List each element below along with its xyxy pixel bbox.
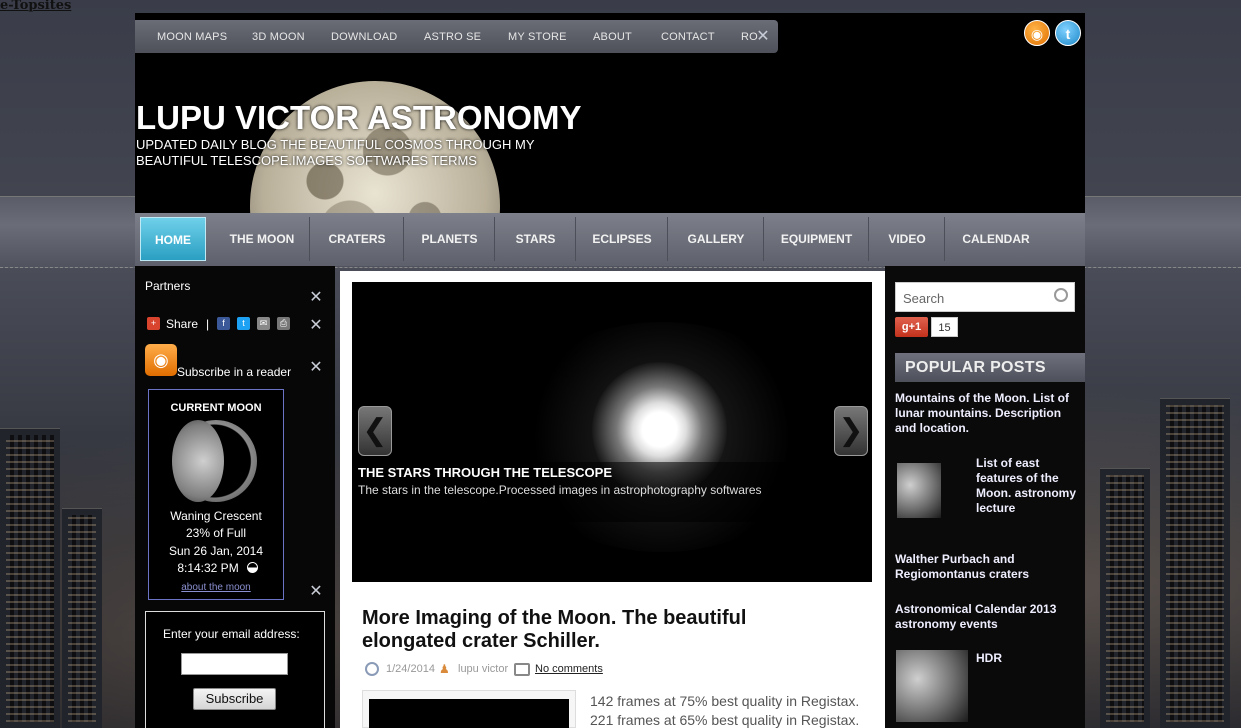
moon-phase-name: Waning Crescent	[170, 509, 262, 523]
top-nav-contact[interactable]: CONTACT	[661, 31, 715, 43]
email-field[interactable]	[181, 653, 288, 675]
top-nav-my-store[interactable]: MY STORE	[508, 31, 567, 43]
edit-tools-icon[interactable]: ✕	[306, 288, 326, 308]
site-subtitle: UPDATED DAILY BLOG THE BEAUTIFUL COSMOS …	[136, 137, 535, 168]
moon-date: Sun 26 Jan, 2014	[168, 544, 264, 558]
print-icon[interactable]: ⎙	[277, 317, 290, 330]
search-input[interactable]: Search	[903, 291, 944, 306]
featured-slider: THE STARS THROUGH THE TELESCOPE The star…	[352, 282, 872, 582]
google-plus-button[interactable]: g+1	[895, 317, 928, 337]
top-nav: MOON MAPS 3D MOON DOWNLOAD ASTRO SE MY S…	[135, 20, 778, 53]
share-plus-icon[interactable]: +	[147, 317, 160, 330]
moon-phase-percent: 23% of Full	[185, 526, 247, 540]
email-label: Enter your email address:	[163, 627, 300, 641]
partners-heading: Partners	[145, 279, 191, 293]
top-nav-astro-se[interactable]: ASTRO SE	[424, 31, 481, 43]
email-icon[interactable]: ✉	[257, 317, 270, 330]
edit-tools-icon[interactable]: ✕	[306, 582, 326, 602]
comment-icon	[514, 663, 530, 676]
building	[1100, 468, 1150, 728]
nav-eclipses[interactable]: ECLIPSES	[577, 217, 668, 261]
post-thumbnail[interactable]	[362, 690, 576, 728]
post-body-line: 221 frames at 65% best quality in Regist…	[590, 712, 860, 728]
slider-next-arrow-icon[interactable]: ❯	[834, 406, 868, 456]
nav-stars[interactable]: STARS	[496, 217, 576, 261]
building	[0, 428, 60, 728]
nav-the-moon[interactable]: THE MOON	[215, 217, 310, 261]
top-nav-moon-maps[interactable]: MOON MAPS	[157, 31, 227, 43]
post-date: 1/24/2014	[386, 663, 435, 675]
moon-phase-small-icon	[247, 562, 258, 573]
popular-post-thumbnail[interactable]	[897, 463, 941, 518]
share-label[interactable]: Share	[166, 317, 198, 331]
share-separator: |	[206, 317, 210, 331]
author-icon: ♟	[439, 662, 450, 676]
popular-post-link[interactable]: Astronomical Calendar 2013 astronomy eve…	[895, 602, 1075, 632]
clock-icon	[365, 662, 379, 676]
nav-craters[interactable]: CRATERS	[311, 217, 404, 261]
nav-home[interactable]: HOME	[140, 217, 206, 261]
moon-phase-image	[172, 420, 257, 502]
nav-gallery[interactable]: GALLERY	[669, 217, 764, 261]
top-nav-3d-moon[interactable]: 3D MOON	[252, 31, 305, 43]
popular-posts-heading: POPULAR POSTS	[895, 353, 1085, 382]
edit-tools-icon[interactable]: ✕	[753, 27, 773, 47]
popular-post-link[interactable]: List of east features of the Moon. astro…	[976, 456, 1078, 516]
building	[62, 508, 102, 728]
search-icon[interactable]	[1054, 288, 1068, 302]
watermark-topsites[interactable]: e-Topsites	[0, 0, 71, 13]
main-nav: HOME THE MOON CRATERS PLANETS STARS ECLI…	[135, 213, 1085, 266]
comments-link[interactable]: No comments	[535, 663, 603, 675]
slider-text: The stars in the telescope.Processed ima…	[358, 483, 762, 497]
twitter-share-icon[interactable]: t	[237, 317, 250, 330]
rss-feed-icon[interactable]: ◉	[145, 344, 177, 376]
top-nav-about[interactable]: ABOUT	[593, 31, 632, 43]
edit-tools-icon[interactable]: ✕	[306, 358, 326, 378]
popular-post-link[interactable]: Walther Purbach and Regiomontanus crater…	[895, 552, 1075, 582]
rss-icon[interactable]: ◉	[1024, 20, 1050, 46]
nav-calendar[interactable]: CALENDAR	[946, 217, 1046, 261]
nav-planets[interactable]: PLANETS	[405, 217, 495, 261]
google-plus-count: 15	[931, 317, 958, 337]
subscribe-reader-link[interactable]: Subscribe in a reader	[177, 365, 291, 379]
popular-post-link[interactable]: HDR	[976, 651, 1076, 666]
popular-post-thumbnail[interactable]	[896, 650, 968, 722]
slider-title[interactable]: THE STARS THROUGH THE TELESCOPE	[358, 465, 612, 480]
site-header: MOON MAPS 3D MOON DOWNLOAD ASTRO SE MY S…	[135, 13, 1085, 213]
post-body-line: 142 frames at 75% best quality in Regist…	[590, 693, 860, 709]
search-box[interactable]: Search	[895, 282, 1075, 312]
slider-prev-arrow-icon[interactable]: ❮	[358, 406, 392, 456]
building	[1160, 398, 1230, 728]
about-the-moon-link[interactable]: about the moon	[148, 582, 284, 593]
nav-equipment[interactable]: EQUIPMENT	[765, 217, 869, 261]
nav-video[interactable]: VIDEO	[870, 217, 945, 261]
edit-tools-icon[interactable]: ✕	[306, 316, 326, 336]
facebook-icon[interactable]: f	[217, 317, 230, 330]
post-author[interactable]: lupu victor	[458, 663, 508, 675]
top-nav-download[interactable]: DOWNLOAD	[331, 31, 397, 43]
site-title[interactable]: LUPU VICTOR ASTRONOMY	[136, 99, 581, 137]
post-title[interactable]: More Imaging of the Moon. The beautiful …	[362, 607, 832, 653]
subscribe-button[interactable]: Subscribe	[193, 688, 276, 710]
popular-post-link[interactable]: Mountains of the Moon. List of lunar mou…	[895, 391, 1075, 436]
twitter-icon[interactable]: t	[1055, 20, 1081, 46]
current-moon-heading: CURRENT MOON	[170, 402, 262, 414]
